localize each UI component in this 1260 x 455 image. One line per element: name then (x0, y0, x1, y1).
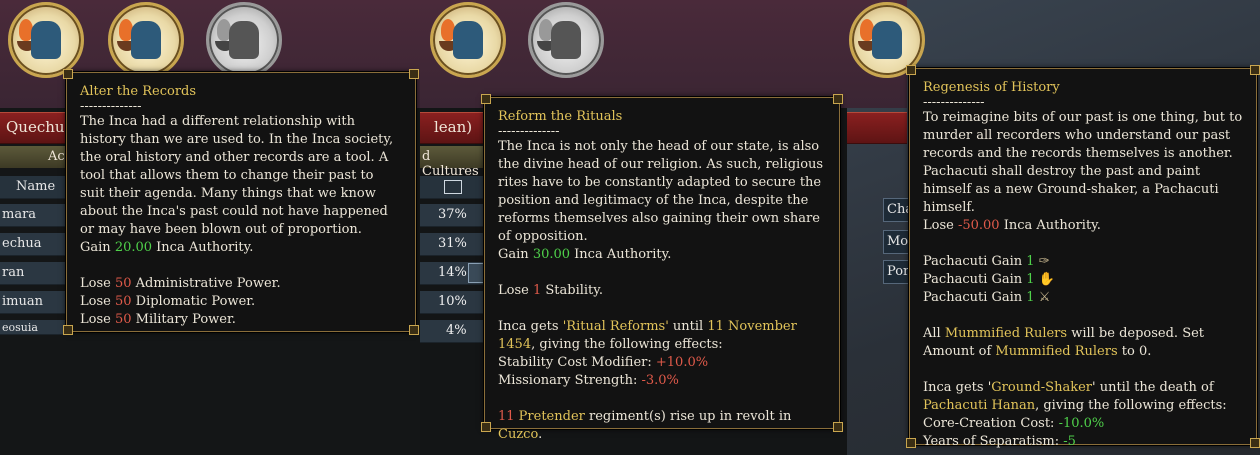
country-banner: Quechua (0, 112, 74, 144)
row-name: imuan (2, 294, 43, 309)
gain-line: Gain 20.00 Inca Authority. (80, 240, 254, 255)
row-name: echua (2, 236, 42, 251)
effect-line: Missionary Strength: -3.0% (498, 373, 679, 388)
tooltip-separator: -------------- (80, 99, 142, 114)
tooltip-description: The Inca is not only the head of our sta… (498, 139, 824, 244)
panel-alter-the-records: Quechua Acc Name mara echua ran imuan eo… (0, 0, 420, 455)
effect-line: Stability Cost Modifier: +10.0% (498, 355, 709, 370)
banner-text: lean) (434, 118, 473, 136)
mil-skill-icon: ⚔ (1038, 290, 1051, 305)
gain-line: Gain 30.00 Inca Authority. (498, 247, 672, 262)
table-header: Name (0, 176, 70, 199)
column-header-name: Name (16, 179, 56, 194)
tooltip-description: The Inca had a different relationship wi… (80, 114, 394, 237)
table-row[interactable]: echua (0, 233, 70, 256)
tooltip-description: To reimagine bits of our past is one thi… (923, 110, 1243, 215)
lose-line: Lose -50.00 Inca Authority. (923, 218, 1101, 233)
reform-active-icon[interactable] (8, 2, 84, 78)
panel-regenesis-of-history: Cha Mo: Por Regenesis of History -------… (847, 0, 1260, 455)
effect-line: Core-Creation Cost: -10.0% (923, 416, 1105, 431)
row-name: mara (2, 207, 37, 222)
lose-line: Lose 1 Stability. (498, 283, 604, 298)
lose-mil-line: Lose 50 Military Power. (80, 312, 236, 327)
modifier-line: Inca gets 'Ritual Reforms' until 11 Nove… (498, 319, 797, 352)
tooltip-separator: -------------- (498, 124, 560, 139)
table-row[interactable]: eosuia (0, 320, 70, 335)
ruler-gain-line: Pachacuti Gain 1 ⚔ (923, 290, 1051, 305)
table-row[interactable]: 10% (420, 291, 490, 314)
header-banner (847, 112, 907, 144)
ruler-gain-line: Pachacuti Gain 1 ✋ (923, 272, 1055, 287)
tooltip-regenesis-of-history: Regenesis of History -------------- To r… (906, 65, 1260, 449)
row-name: eosuia (2, 321, 38, 334)
table-row[interactable]: 14% (420, 262, 490, 285)
panel-reform-the-rituals: lean) d Cultures 37% 31% 14% 10% 4% Refo… (420, 0, 847, 455)
table-header (420, 176, 490, 199)
effect-line: Years of Separatism: -5 (923, 434, 1076, 449)
dip-skill-icon: ✋ (1038, 272, 1055, 287)
adm-skill-icon: ✑ (1038, 254, 1050, 269)
row-percent: 10% (438, 294, 467, 309)
lose-dip-line: Lose 50 Diplomatic Power. (80, 294, 256, 309)
tab-accepted[interactable]: Acc (0, 146, 72, 168)
table-row[interactable]: 4% (420, 320, 490, 343)
row-name: ran (2, 265, 25, 280)
row-percent: 31% (438, 236, 467, 251)
row-percent: 14% (438, 265, 467, 280)
row-percent: 4% (446, 323, 467, 338)
ruler-gain-line: Pachacuti Gain 1 ✑ (923, 254, 1050, 269)
chart-icon (444, 180, 462, 194)
row-percent: 37% (438, 207, 467, 222)
deposed-line: All Mummified Rulers will be deposed. Se… (923, 326, 1205, 359)
modifier-line: Inca gets 'Ground-Shaker' until the deat… (923, 380, 1227, 413)
table-row[interactable]: 31% (420, 233, 490, 256)
reform-locked-icon[interactable] (528, 2, 604, 78)
reform-locked-icon[interactable] (206, 2, 282, 78)
lose-adm-line: Lose 50 Administrative Power. (80, 276, 281, 291)
tooltip-reform-the-rituals: Reform the Rituals -------------- The In… (481, 94, 843, 442)
table-row[interactable]: 37% (420, 204, 490, 227)
table-row[interactable]: mara (0, 204, 70, 227)
tab-cultures[interactable]: d Cultures (420, 146, 490, 179)
reform-active-icon[interactable] (108, 2, 184, 78)
country-name: Quechua (6, 118, 74, 136)
tab-label: d Cultures (422, 149, 479, 179)
revolt-line: 11 Pretender regiment(s) rise up in revo… (498, 409, 792, 442)
tooltip-alter-the-records: Alter the Records -------------- The Inc… (63, 69, 419, 335)
tooltip-separator: -------------- (923, 95, 985, 110)
reform-active-icon[interactable] (430, 2, 506, 78)
table-row[interactable]: ran (0, 262, 70, 285)
culture-banner: lean) (420, 112, 490, 144)
table-row[interactable]: imuan (0, 291, 70, 314)
